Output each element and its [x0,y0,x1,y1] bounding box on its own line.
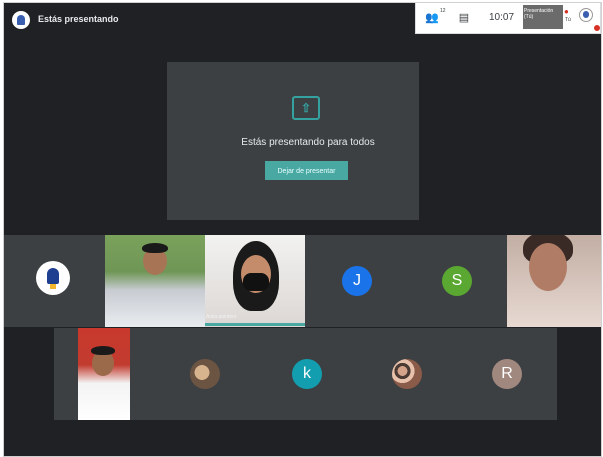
stop-presenting-button[interactable]: Dejar de presentar [265,161,348,180]
participant-name-label: Aolia quintero [206,314,237,320]
avatar-j[interactable]: J [342,266,372,296]
top-bar: Estás presentando 👥 12 ▤ 10:07 Presentac… [4,3,601,37]
active-speaker-indicator [205,323,305,326]
meeting-logo-icon [12,11,30,29]
photo-avatar-2[interactable] [392,359,422,389]
people-count: 12 [440,8,446,14]
school-logo [36,261,70,295]
avatar-s[interactable]: S [442,266,472,296]
hair [142,243,168,253]
presentation-panel: ⇧ Estás presentando para todos Dejar de … [167,62,419,220]
avatar-k[interactable]: k [292,359,322,389]
participant-video-man-red-bg[interactable] [78,328,130,420]
face-mask [243,273,269,291]
presentation-thumbnail[interactable]: Presentación (Tú) [523,5,563,29]
present-upload-icon: ⇧ [292,96,320,120]
hair [91,346,115,355]
presenting-title: Estás presentando [38,14,119,24]
face [529,243,567,291]
presentation-thumbnail-label: Presentación (Tú) [524,8,554,20]
mic-off-icon: ● [564,7,569,16]
self-avatar[interactable] [579,8,593,22]
presenting-message: Estás presentando para todos [241,137,375,148]
self-label: Tú [565,17,571,23]
participant-video-woman-right[interactable] [507,235,601,327]
participant-video-uniform-man[interactable] [105,235,205,327]
meeting-window: Estás presentando 👥 12 ▤ 10:07 Presentac… [3,2,602,457]
photo-avatar-1[interactable] [190,359,220,389]
clock: 10:07 [489,12,515,23]
people-icon[interactable]: 👥 [424,11,440,25]
avatar-r[interactable]: R [492,359,522,389]
top-right-panel: 👥 12 ▤ 10:07 Presentación (Tú) ● Tú [415,3,601,34]
alert-dot-icon [594,25,600,31]
chat-icon[interactable]: ▤ [456,11,472,25]
